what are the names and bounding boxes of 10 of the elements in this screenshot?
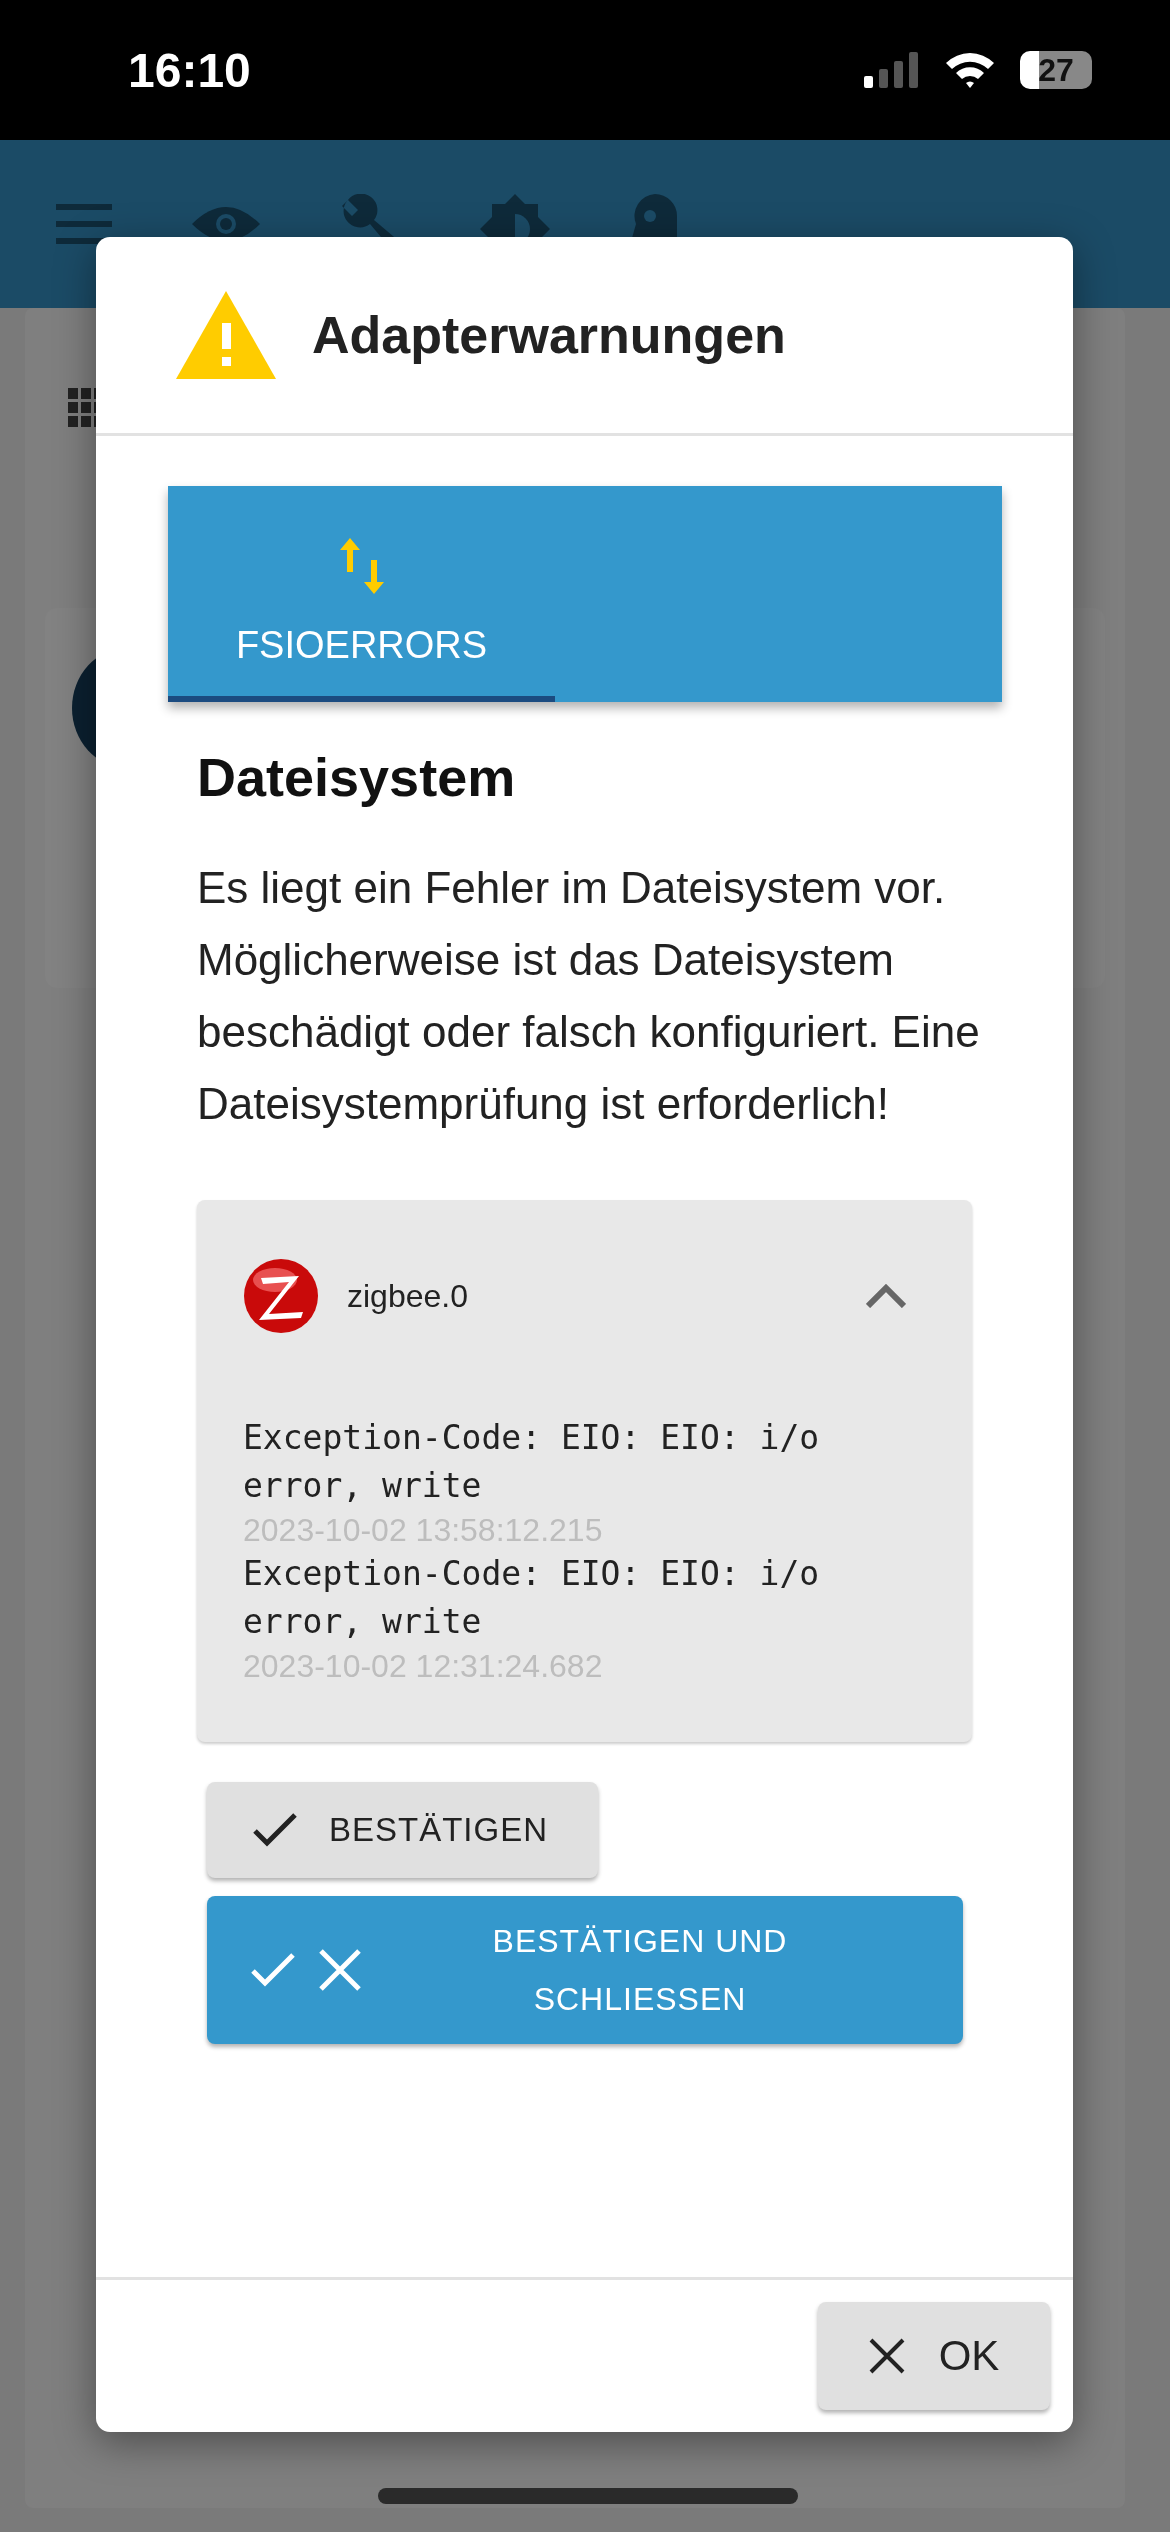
confirm-button[interactable]: BESTÄTIGEN <box>207 1782 599 1878</box>
message-text: Es liegt ein Fehler im Dateisystem vor. Möglicherweise ist das Dateisystem beschädigt oder falsch konfiguriert. Eine Dateisystemprüfung ist erforderlich! <box>197 862 981 1130</box>
battery-icon: 27 <box>1020 51 1092 89</box>
status-time: 16:10 <box>128 42 251 98</box>
heading: Dateisystem <box>197 746 517 808</box>
log-message: Exception-Code: EIO: EIO: i/o error, write <box>243 1417 821 1507</box>
adapter-name: zigbee.0 <box>347 1277 469 1315</box>
log-message: Exception-Code: EIO: EIO: i/o error, write <box>243 1553 821 1643</box>
dialog-title: Adapterwarnungen <box>312 305 786 365</box>
ok-button[interactable]: OK <box>818 2302 1050 2410</box>
